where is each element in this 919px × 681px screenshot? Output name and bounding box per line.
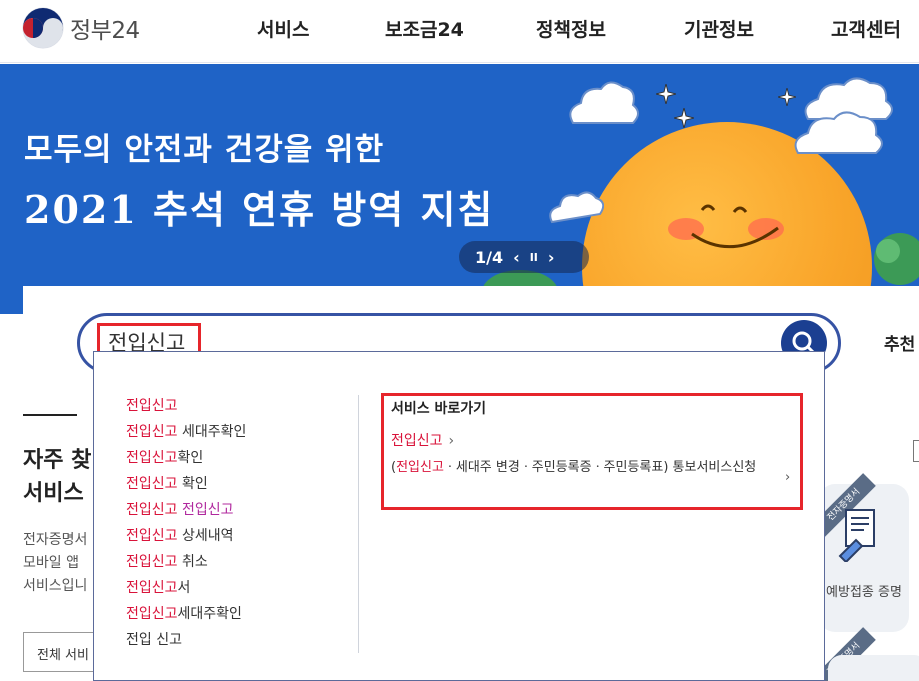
banner-pager: 1/4 ‹ II › bbox=[459, 241, 589, 273]
suggestion-item[interactable]: 전입신고 전입신고 bbox=[126, 497, 246, 523]
match-text: 전입신고 bbox=[126, 554, 178, 570]
main-banner[interactable]: 모두의 안전과 건강을 위한 2021 추석 연휴 방역 지침 1/4 ‹ II… bbox=[0, 64, 919, 314]
suggestion-item[interactable]: 전입신고서 bbox=[126, 575, 246, 601]
chevron-right-icon: › bbox=[785, 470, 791, 485]
bush-icon bbox=[874, 233, 919, 285]
banner-pause-button[interactable]: II bbox=[530, 251, 538, 264]
nav-services[interactable]: 서비스 bbox=[257, 15, 309, 42]
banner-headline-2: 2021 추석 연휴 방역 지침 bbox=[24, 187, 495, 232]
match-text: 전입신고 bbox=[126, 424, 178, 440]
grid-toggle-button[interactable] bbox=[913, 440, 919, 462]
frequent-services-title: 자주 찾 서비스 bbox=[23, 444, 91, 510]
shortcut-link-text: 전입신고 bbox=[391, 433, 443, 449]
banner-headline-1: 모두의 안전과 건강을 위한 bbox=[24, 132, 385, 168]
logo-text: 정부24 bbox=[70, 18, 140, 44]
cloud-icon bbox=[549, 191, 604, 224]
cloud-icon bbox=[569, 81, 639, 124]
taegeuk-logo-icon bbox=[22, 7, 64, 49]
suggestion-list: 전입신고 전입신고 세대주확인 전입신고확인 전입신고 확인 전입신고 전입신고… bbox=[126, 393, 246, 653]
chevron-right-icon: › bbox=[448, 433, 455, 449]
suggestion-rest: 서 bbox=[177, 580, 191, 596]
frequent-title-line2: 서비스 bbox=[23, 481, 84, 506]
match-text: 전입신고 bbox=[126, 502, 178, 518]
sun-face-icon bbox=[691, 204, 779, 248]
recommended-label[interactable]: 추천 bbox=[884, 330, 915, 355]
suggestion-item[interactable]: 전입신고확인 bbox=[126, 445, 246, 471]
match-text: 전입신고 bbox=[126, 450, 178, 466]
suggestion-item[interactable]: 전입신고 bbox=[126, 393, 246, 419]
frequent-title-line1: 자주 찾 bbox=[23, 448, 92, 473]
suggestion-item[interactable]: 전입신고 세대주확인 bbox=[126, 419, 246, 445]
shortcut-link-notification-service[interactable]: (전입신고ㆍ세대주 변경ㆍ주민등록증ㆍ주민등록표) 통보서비스신청 bbox=[391, 457, 786, 479]
match-text: 전입신고 bbox=[126, 398, 178, 414]
suggestion-item[interactable]: 전입 신고 bbox=[126, 627, 246, 653]
nav-subsidy24[interactable]: 보조금24 bbox=[385, 15, 464, 42]
vaccine-certificate-icon bbox=[838, 509, 875, 562]
star-icon bbox=[656, 84, 676, 104]
banner-next-button[interactable]: › bbox=[548, 248, 555, 267]
desc-line3: 서비스입니 bbox=[23, 578, 88, 594]
suggestion-rest: 확인 bbox=[177, 476, 208, 492]
card-label-vaccination: 예방접종 증명 bbox=[826, 585, 902, 600]
banner-prev-button[interactable]: ‹ bbox=[513, 248, 520, 267]
shortcut-link-move-in-report[interactable]: 전입신고 › bbox=[391, 430, 454, 450]
suggestion-item[interactable]: 전입신고 상세내역 bbox=[126, 523, 246, 549]
suggestion-rest: 상세내역 bbox=[177, 528, 234, 544]
suggestion-item[interactable]: 전입신고세대주확인 bbox=[126, 601, 246, 627]
star-icon bbox=[674, 108, 694, 128]
suggestion-rest: 전입 신고 bbox=[126, 632, 182, 648]
dropdown-divider bbox=[358, 395, 359, 653]
desc-line1: 전자증명서 bbox=[23, 532, 88, 548]
desc-line2: 모바일 앱 bbox=[23, 555, 79, 571]
match-text: 전입신고 bbox=[126, 580, 178, 596]
shortcut-link-text: ㆍ세대주 변경ㆍ주민등록증ㆍ주민등록표) 통보서비스신청 bbox=[443, 460, 757, 475]
service-card[interactable] bbox=[828, 655, 919, 681]
star-icon bbox=[778, 88, 796, 106]
cloud-icon bbox=[794, 111, 883, 154]
match-text: 전입신고 bbox=[126, 528, 178, 544]
nav-customer-center[interactable]: 고객센터 bbox=[831, 15, 901, 42]
suggestion-dup: 전입신고 bbox=[181, 502, 234, 518]
suggestion-item[interactable]: 전입신고 취소 bbox=[126, 549, 246, 575]
section-rule bbox=[23, 414, 77, 416]
match-text: 전입신고 bbox=[396, 460, 444, 475]
suggestion-rest: 세대주확인 bbox=[177, 424, 247, 440]
nav-policy-info[interactable]: 정책정보 bbox=[536, 15, 606, 42]
nav-agency-info[interactable]: 기관정보 bbox=[684, 15, 754, 42]
service-shortcut-title: 서비스 바로가기 bbox=[391, 401, 487, 417]
match-text: 전입신고 bbox=[126, 476, 178, 492]
site-logo[interactable]: 정부24 bbox=[22, 6, 152, 50]
suggestion-rest: 세대주확인 bbox=[177, 606, 242, 622]
site-header: 정부24 서비스 보조금24 정책정보 기관정보 고객센터 bbox=[0, 0, 919, 63]
suggestion-rest: 확인 bbox=[177, 450, 204, 466]
frequent-services-desc: 전자증명서 모바일 앱 서비스입니 bbox=[23, 529, 87, 598]
match-text: 전입신고 bbox=[126, 606, 178, 622]
suggestion-rest: 취소 bbox=[177, 554, 208, 570]
banner-page-indicator: 1/4 bbox=[475, 247, 504, 267]
suggestion-item[interactable]: 전입신고 확인 bbox=[126, 471, 246, 497]
